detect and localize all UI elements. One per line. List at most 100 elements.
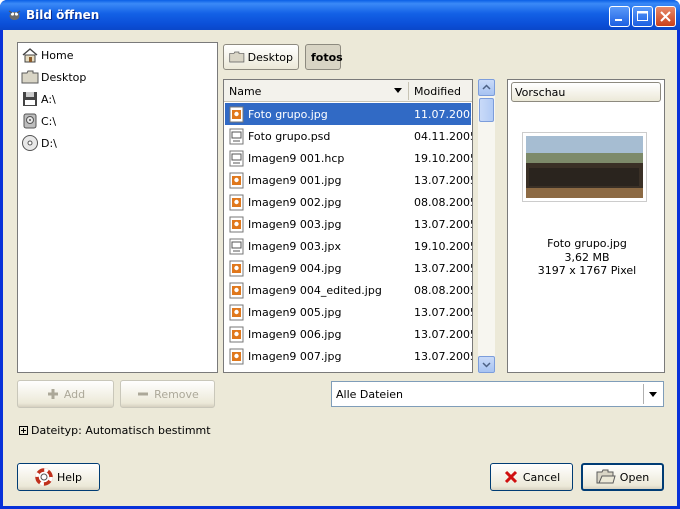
- file-date: 13.07.2005: [414, 174, 473, 187]
- add-label: Add: [63, 387, 86, 401]
- file-date: 13.07.2005: [414, 218, 473, 231]
- image-file-icon: [229, 348, 244, 365]
- image-file-icon: [229, 194, 244, 211]
- image-file-icon: [229, 282, 244, 299]
- path-label: Desktop: [247, 50, 293, 64]
- file-row[interactable]: Imagen9 005.jpg 13.07.2005: [225, 301, 473, 323]
- image-file-icon: [229, 326, 244, 343]
- place-label: Home: [41, 48, 74, 62]
- file-row[interactable]: Imagen9 001.hcp 19.10.2005: [225, 147, 473, 169]
- place-label: A:\: [41, 92, 56, 106]
- file-filter-select[interactable]: Alle Dateien: [331, 381, 664, 407]
- cancel-icon: [504, 470, 517, 484]
- remove-label: Remove: [154, 387, 199, 401]
- file-row[interactable]: Foto grupo.psd 04.11.2005: [225, 125, 473, 147]
- scroll-down-button[interactable]: [478, 356, 495, 373]
- file-name: Imagen9 004.jpg: [248, 262, 342, 275]
- file-name: Imagen9 006.jpg: [248, 328, 342, 341]
- image-file-icon: [229, 304, 244, 321]
- place-label: C:\: [41, 114, 57, 128]
- filetype-label: Dateityp: Automatisch bestimmt: [31, 424, 211, 437]
- file-list-scrollbar[interactable]: [478, 79, 495, 373]
- home-icon: [22, 48, 38, 63]
- file-row[interactable]: Imagen9 004.jpg 13.07.2005: [225, 257, 473, 279]
- place-floppy[interactable]: A:\: [21, 89, 56, 109]
- image-file-icon: [229, 172, 244, 189]
- help-label: Help: [56, 470, 83, 484]
- file-date: 04.11.2005: [414, 130, 473, 143]
- document-file-icon: [229, 150, 244, 167]
- title-bar[interactable]: Bild öffnen: [0, 0, 680, 30]
- file-list: Name Modified Foto grupo.jpg 11.07.2005 Fo…: [223, 79, 473, 373]
- expand-icon: [19, 426, 28, 435]
- column-header-modified[interactable]: Modified: [414, 85, 461, 98]
- place-home[interactable]: Home: [21, 45, 73, 65]
- file-row[interactable]: Imagen9 001.jpg 13.07.2005: [225, 169, 473, 191]
- path-label: fotos: [311, 50, 343, 64]
- file-row[interactable]: Imagen9 003.jpg 13.07.2005: [225, 213, 473, 235]
- file-date: 13.07.2005: [414, 306, 473, 319]
- file-name: Imagen9 002.jpg: [248, 196, 342, 209]
- floppy-icon: [23, 92, 37, 106]
- file-date: 13.07.2005: [414, 262, 473, 275]
- close-icon: [660, 11, 671, 22]
- image-file-icon: [229, 106, 244, 123]
- filetype-expander[interactable]: Dateityp: Automatisch bestimmt: [19, 424, 211, 437]
- preview-filename: Foto grupo.jpg: [547, 237, 627, 250]
- remove-button[interactable]: Remove: [120, 380, 215, 408]
- cdrom-icon: [22, 135, 38, 151]
- file-row[interactable]: Imagen9 007.jpg 13.07.2005: [225, 345, 472, 367]
- chevron-down-icon: [482, 362, 491, 368]
- file-row[interactable]: Imagen9 004_edited.jpg 08.08.2005: [225, 279, 472, 301]
- cancel-label: Cancel: [522, 470, 561, 484]
- scroll-thumb[interactable]: [479, 98, 494, 122]
- file-name: Imagen9 003.jpx: [248, 240, 341, 253]
- close-button[interactable]: [655, 6, 676, 27]
- cancel-button[interactable]: Cancel: [490, 463, 573, 491]
- path-button-fotos[interactable]: fotos: [305, 44, 343, 70]
- file-date: 19.10.2005: [414, 240, 473, 253]
- file-name: Imagen9 007.jpg: [248, 350, 342, 363]
- file-row[interactable]: Foto grupo.jpg 11.07.2005: [225, 103, 472, 125]
- file-name: Foto grupo.psd: [248, 130, 331, 143]
- file-row[interactable]: Imagen9 002.jpg 08.08.2005: [225, 191, 473, 213]
- maximize-button[interactable]: [632, 6, 653, 27]
- open-button[interactable]: Open: [581, 463, 664, 491]
- dialog-body: Home Desktop A:\ C:\ D:\ Desktop fotos N…: [3, 30, 677, 506]
- gimp-icon: [8, 10, 21, 20]
- minimize-button[interactable]: [609, 6, 630, 27]
- file-name: Imagen9 001.hcp: [248, 152, 345, 165]
- folder-icon: [229, 51, 245, 63]
- file-name: Foto grupo.jpg: [248, 108, 328, 121]
- file-row[interactable]: Imagen9 006.jpg 13.07.2005: [225, 323, 472, 345]
- file-name: Imagen9 001.jpg: [248, 174, 342, 187]
- column-separator: [408, 82, 409, 100]
- harddisk-icon: [23, 113, 37, 129]
- preview-filesize: 3,62 MB: [564, 251, 610, 264]
- group-photo-thumbnail: [526, 136, 643, 198]
- add-button[interactable]: Add: [17, 380, 114, 408]
- sort-arrow-icon: [394, 88, 402, 93]
- chevron-up-icon: [482, 84, 491, 90]
- preview-thumbnail: [522, 132, 647, 202]
- scroll-up-button[interactable]: [478, 79, 495, 96]
- plus-icon: [47, 389, 58, 399]
- preview-panel: Vorschau Foto grupo.jpg 3,62 MB 3197 x 1…: [507, 79, 665, 373]
- path-button-desktop[interactable]: Desktop: [223, 44, 299, 70]
- file-row[interactable]: Imagen9 003.jpx 19.10.2005: [225, 235, 473, 257]
- place-label: Desktop: [41, 70, 87, 84]
- file-date: 19.10.2005: [414, 152, 473, 165]
- chevron-down-icon: [649, 392, 657, 397]
- file-name: Imagen9 004_edited.jpg: [248, 284, 382, 297]
- place-d-drive[interactable]: D:\: [21, 133, 57, 153]
- file-date: 08.08.2005: [414, 196, 473, 209]
- places-panel: Home Desktop A:\ C:\ D:\: [17, 42, 218, 373]
- column-header-name[interactable]: Name: [229, 85, 261, 98]
- place-c-drive[interactable]: C:\: [21, 111, 56, 131]
- preview-label: Vorschau: [511, 82, 661, 102]
- place-desktop[interactable]: Desktop: [21, 67, 86, 87]
- document-file-icon: [229, 238, 244, 255]
- minus-icon: [138, 392, 149, 396]
- help-button[interactable]: Help: [17, 463, 100, 491]
- image-file-icon: [229, 260, 244, 277]
